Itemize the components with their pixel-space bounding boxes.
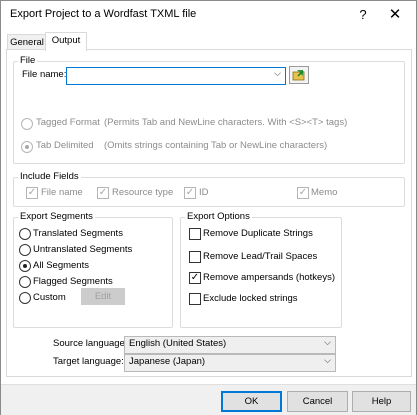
source-language-value: English (United States): [129, 338, 227, 349]
include-resource-type-label: Resource type: [112, 187, 174, 198]
tagged-format-label: Tagged Format: [36, 117, 100, 128]
export-options-label: Export Options: [185, 211, 252, 222]
exclude-locked-strings-checkbox[interactable]: [189, 293, 201, 305]
remove-lead-trail-spaces-checkbox[interactable]: [189, 251, 201, 263]
flagged-segments-label: Flagged Segments: [33, 276, 113, 287]
remove-ampersands-checkbox[interactable]: ✓: [189, 272, 201, 284]
tab-output[interactable]: Output: [45, 32, 87, 51]
dialog-footer: OK Cancel Help: [1, 384, 416, 415]
include-file-name-label: File name: [41, 187, 83, 198]
output-tab-panel: File File name: ⌵ Tagged Format (Permits…: [6, 49, 412, 377]
export-segments-label: Export Segments: [18, 211, 95, 222]
all-segments-radio[interactable]: [19, 260, 31, 272]
remove-lead-trail-spaces-label: Remove Lead/Trail Spaces: [203, 251, 318, 262]
source-language-combobox[interactable]: English (United States) ⌵: [124, 336, 336, 354]
custom-label: Custom: [33, 292, 66, 303]
export-segments-group: Export Segments Translated Segments Untr…: [13, 211, 173, 328]
dialog-title: Export Project to a Wordfast TXML file: [10, 8, 197, 20]
flagged-segments-radio[interactable]: [19, 276, 31, 288]
export-options-group: Export Options Remove Duplicate Strings …: [180, 211, 342, 328]
tab-delimited-radio[interactable]: [21, 141, 33, 153]
tagged-format-description: (Permits Tab and NewLine characters. Wit…: [104, 117, 348, 128]
remove-duplicate-strings-label: Remove Duplicate Strings: [203, 228, 313, 239]
remove-ampersands-label: Remove ampersands (hotkeys): [203, 272, 335, 283]
target-language-value: Japanese (Japan): [129, 356, 206, 367]
browse-button[interactable]: [289, 66, 309, 84]
chevron-down-icon: ⌵: [274, 68, 281, 78]
source-language-label: Source language:: [53, 338, 128, 349]
untranslated-segments-radio[interactable]: [19, 244, 31, 256]
chevron-down-icon: ⌵: [324, 337, 331, 347]
file-group-label: File: [18, 55, 38, 66]
file-group: File File name: ⌵ Tagged Format (Permits…: [13, 55, 405, 164]
include-memo-checkbox[interactable]: ✓: [297, 187, 309, 199]
chevron-down-icon: ⌵: [324, 355, 331, 365]
tagged-format-radio[interactable]: [21, 118, 33, 130]
untranslated-segments-label: Untranslated Segments: [33, 244, 133, 255]
help-title-button[interactable]: ?: [353, 5, 373, 25]
target-language-label: Target language:: [53, 356, 124, 367]
include-memo-label: Memo: [311, 187, 338, 198]
ok-button[interactable]: OK: [221, 391, 282, 412]
include-resource-type-checkbox[interactable]: ✓: [97, 187, 109, 199]
remove-duplicate-strings-checkbox[interactable]: [189, 228, 201, 240]
include-id-label: ID: [199, 187, 209, 198]
help-button[interactable]: Help: [352, 391, 411, 412]
tab-delimited-description: (Omits strings containing Tab or NewLine…: [104, 140, 328, 151]
include-file-name-checkbox[interactable]: ✓: [26, 187, 38, 199]
translated-segments-label: Translated Segments: [33, 228, 123, 239]
edit-button[interactable]: Edit: [81, 288, 125, 305]
title-bar: Export Project to a Wordfast TXML file ?…: [1, 1, 416, 29]
custom-radio[interactable]: [19, 292, 31, 304]
include-fields-group: Include Fields ✓ File name ✓ Resource ty…: [13, 171, 405, 207]
file-name-combobox[interactable]: ⌵: [66, 67, 286, 85]
file-name-label: File name:: [22, 69, 67, 80]
export-dialog: Export Project to a Wordfast TXML file ?…: [0, 0, 417, 415]
folder-arrow-icon: [292, 70, 305, 81]
tab-delimited-label: Tab Delimited: [36, 140, 94, 151]
include-fields-label: Include Fields: [18, 171, 81, 182]
translated-segments-radio[interactable]: [19, 228, 31, 240]
cancel-button[interactable]: Cancel: [287, 391, 348, 412]
close-button[interactable]: ✕: [383, 5, 407, 25]
all-segments-label: All Segments: [33, 260, 89, 271]
exclude-locked-strings-label: Exclude locked strings: [203, 293, 298, 304]
include-id-checkbox[interactable]: ✓: [184, 187, 196, 199]
target-language-combobox[interactable]: Japanese (Japan) ⌵: [124, 354, 336, 372]
